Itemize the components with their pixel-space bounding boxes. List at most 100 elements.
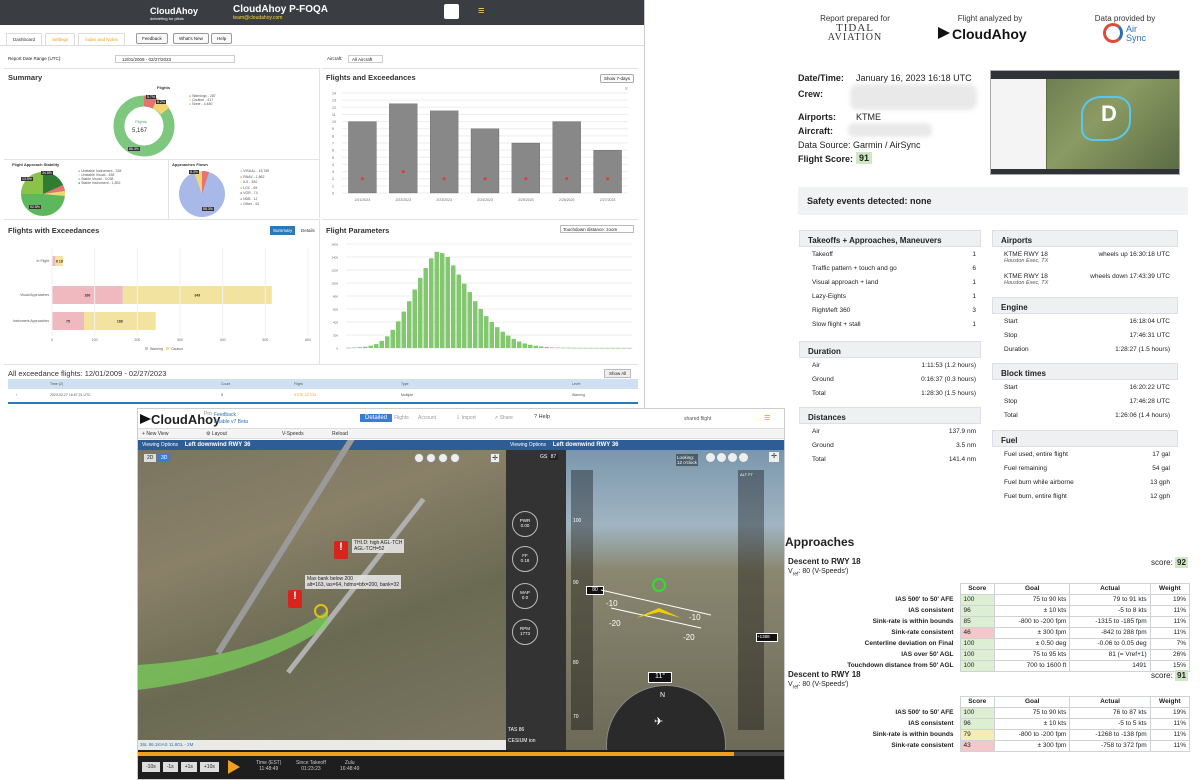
- histogram-bar[interactable]: [390, 329, 396, 348]
- histogram-bar[interactable]: [462, 283, 467, 348]
- exceed-marker[interactable]: [565, 177, 569, 181]
- camera-btn-icon[interactable]: [450, 453, 460, 463]
- histogram-bar[interactable]: [434, 251, 440, 348]
- whats-new-button[interactable]: What's New: [173, 33, 209, 44]
- flight-bar[interactable]: [470, 128, 500, 194]
- histogram-bar[interactable]: [495, 327, 500, 348]
- histogram-bar[interactable]: [445, 257, 451, 348]
- share-button[interactable]: ⇗ Share: [494, 415, 513, 421]
- histogram-bar[interactable]: [506, 335, 511, 348]
- layout-button[interactable]: ⚙ Layout: [206, 431, 227, 437]
- terrain-3d-pane[interactable]: Viewing Options Left downwind RWY 36 2D …: [138, 440, 506, 750]
- view-2d-button[interactable]: 2D: [144, 454, 157, 462]
- histogram-bar[interactable]: [599, 347, 605, 349]
- col-flight[interactable]: Flight: [294, 382, 303, 386]
- histogram-bar[interactable]: [621, 347, 627, 349]
- view-menu-icon[interactable]: ≡: [764, 412, 770, 424]
- camera-btn-icon[interactable]: [426, 453, 436, 463]
- histogram-bar[interactable]: [594, 347, 599, 349]
- histogram-bar[interactable]: [467, 292, 473, 348]
- viewing-options-button[interactable]: Viewing Options: [142, 442, 178, 448]
- flight-bar[interactable]: [429, 110, 459, 194]
- flight-map-thumbnail[interactable]: D: [990, 70, 1180, 175]
- histogram-bar[interactable]: [473, 301, 478, 348]
- col-level[interactable]: Level: [572, 382, 580, 386]
- warning-bar[interactable]: [52, 256, 56, 266]
- camera-btn-icon[interactable]: [438, 453, 448, 463]
- reload-button[interactable]: Reload: [332, 431, 348, 437]
- exceed-marker[interactable]: [360, 177, 364, 181]
- pfd-fullscreen-icon[interactable]: ✛: [769, 452, 779, 462]
- tab-details[interactable]: Details: [298, 226, 318, 235]
- histogram-bar[interactable]: [500, 331, 506, 348]
- flight-bar[interactable]: [389, 103, 418, 194]
- histogram-bar[interactable]: [588, 347, 594, 349]
- pfd-camera-icon[interactable]: [706, 453, 715, 462]
- show-all-button[interactable]: Show All: [604, 369, 632, 378]
- histogram-bar[interactable]: [484, 316, 489, 348]
- histogram-bar[interactable]: [539, 346, 544, 348]
- histogram-bar[interactable]: [407, 301, 412, 348]
- fullscreen-icon[interactable]: ✛: [490, 453, 500, 463]
- histogram-bar[interactable]: [478, 309, 484, 348]
- playback-progress[interactable]: [138, 752, 734, 756]
- histogram-bar[interactable]: [533, 345, 539, 348]
- histogram-bar[interactable]: [577, 347, 583, 349]
- histogram-bar[interactable]: [363, 346, 368, 348]
- date-range-input[interactable]: 12/01/2009 - 02/27/2023: [115, 55, 235, 63]
- histogram-bar[interactable]: [555, 347, 561, 349]
- flight-bar[interactable]: [511, 142, 541, 194]
- camera-btn-icon[interactable]: [414, 453, 424, 463]
- row-flight-link[interactable]: KTOE 2/27/23: [294, 393, 316, 397]
- pfd-viewing-options-button[interactable]: Viewing Options: [510, 442, 546, 448]
- pfd-camera-icon[interactable]: [717, 453, 726, 462]
- pfd-pane[interactable]: Viewing Options Left downwind RWY 36 GS …: [506, 440, 784, 750]
- tab-dashboard[interactable]: Dashboard: [6, 33, 43, 45]
- histogram-bar[interactable]: [379, 340, 385, 348]
- histogram-bar[interactable]: [423, 268, 429, 348]
- tab-account[interactable]: Account: [418, 415, 436, 421]
- help-button[interactable]: Help: [211, 33, 233, 44]
- menu-icon[interactable]: ≡: [478, 5, 484, 17]
- histogram-bar[interactable]: [544, 346, 550, 348]
- aircraft-select[interactable]: All Aircraft: [348, 55, 383, 63]
- histogram-bar[interactable]: [368, 345, 374, 348]
- tab-settings[interactable]: Settings: [45, 33, 76, 45]
- warning-flag-icon[interactable]: !: [288, 590, 302, 608]
- histogram-bar[interactable]: [401, 311, 407, 348]
- histogram-bar[interactable]: [610, 347, 616, 349]
- table-row[interactable]: › 2023-02-27 16:57:21 UTC 8 KTOE 2/27/23…: [8, 392, 638, 401]
- step-fwd-1-button[interactable]: +1s: [180, 762, 197, 772]
- new-view-button[interactable]: + New View: [142, 431, 168, 437]
- histogram-bar[interactable]: [511, 338, 517, 348]
- histogram-bar[interactable]: [440, 253, 445, 348]
- histogram-bar[interactable]: [627, 347, 632, 349]
- feedback-button[interactable]: Feedback: [136, 33, 168, 44]
- histogram-bar[interactable]: [572, 347, 577, 349]
- view-3d-button[interactable]: 3D: [158, 454, 171, 462]
- histogram-bar[interactable]: [522, 343, 528, 348]
- flight-bar[interactable]: [552, 121, 581, 194]
- histogram-bar[interactable]: [528, 344, 533, 348]
- histogram-bar[interactable]: [352, 347, 357, 349]
- histogram-bar[interactable]: [583, 347, 588, 349]
- tab-flights[interactable]: Flights: [394, 415, 409, 421]
- exceed-marker[interactable]: [483, 177, 487, 181]
- import-button[interactable]: ⇩ Import: [456, 415, 476, 421]
- enable-beta-link[interactable]: Enable v7 Beta: [214, 419, 248, 425]
- warning-flag-icon[interactable]: !: [334, 541, 348, 559]
- histogram-bar[interactable]: [429, 258, 434, 348]
- step-fwd-10-button[interactable]: +10s: [199, 762, 219, 772]
- histogram-bar[interactable]: [605, 347, 610, 349]
- histogram-bar[interactable]: [550, 347, 555, 348]
- tab-index-notes[interactable]: Index and Notes: [78, 33, 126, 45]
- tab-detailed[interactable]: Detailed: [360, 414, 393, 422]
- histogram-bar[interactable]: [561, 347, 566, 349]
- tab-summary[interactable]: Summary: [270, 226, 296, 235]
- histogram-bar[interactable]: [517, 341, 522, 349]
- histogram-bar[interactable]: [566, 347, 572, 349]
- histogram-bar[interactable]: [412, 289, 418, 349]
- account-email[interactable]: team@cloudahoy.com: [233, 15, 282, 21]
- step-back-10-button[interactable]: -10s: [142, 762, 160, 772]
- flight-bar[interactable]: [593, 149, 622, 194]
